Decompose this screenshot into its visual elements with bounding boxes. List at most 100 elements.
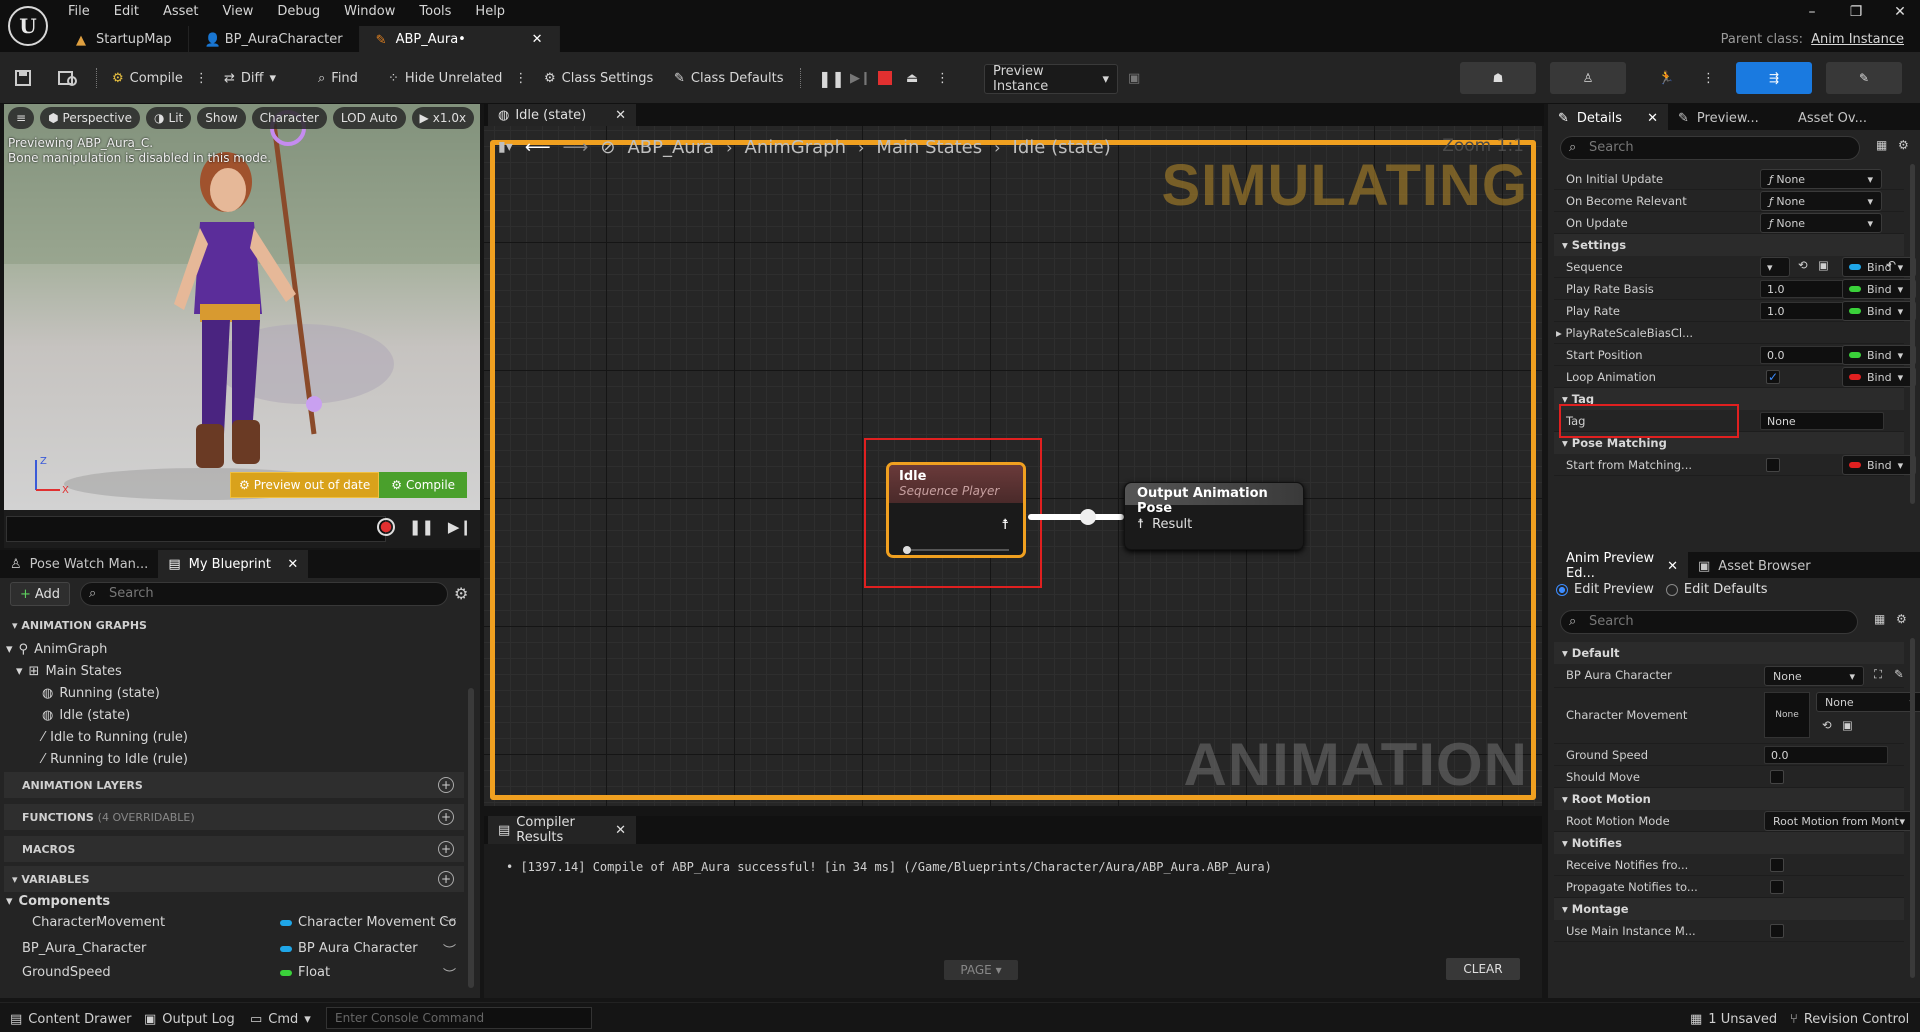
variable-row[interactable]: GroundSpeed Float ︶ (4, 962, 464, 984)
tab-my-blueprint[interactable]: ▤ My Blueprint ✕ (158, 550, 309, 578)
tab-preview[interactable]: ✎ Preview... (1668, 104, 1788, 132)
class-settings-button[interactable]: ⚙ Class Settings (544, 64, 653, 92)
pause-button[interactable]: ❚❚ (818, 64, 845, 92)
minimize-icon[interactable]: – (1800, 4, 1824, 20)
scrollbar[interactable] (1910, 638, 1915, 978)
close-icon[interactable]: ✕ (615, 823, 626, 838)
breadcrumb-idle-state[interactable]: Idle (state) (1013, 137, 1111, 158)
pose-output-pin-icon[interactable]: ☨ (1001, 517, 1009, 533)
bind-dropdown[interactable]: Bind ▾ (1842, 301, 1916, 321)
graph-canvas[interactable]: ▮▾ ⟵ ⟶ ⊘ ABP_Aura › AnimGraph › Main Sta… (484, 126, 1542, 806)
add-function-icon[interactable]: + (438, 809, 454, 825)
eye-icon[interactable]: ︶ (443, 964, 456, 983)
eye-icon[interactable]: ︶ (443, 940, 456, 959)
tab-idle-state[interactable]: ◍ Idle (state) ✕ (488, 104, 636, 126)
settings-gear-icon[interactable]: ⚙ (1896, 612, 1907, 626)
hide-unrelated-button[interactable]: ⁘ Hide Unrelated ⋮ (388, 64, 527, 92)
edit-preview-radio[interactable]: Edit Preview (1556, 582, 1654, 597)
function-dropdown[interactable]: ƒ None ▾ (1760, 169, 1882, 189)
play-rate-basis-input[interactable]: 1.0 (1760, 280, 1846, 298)
unsaved-button[interactable]: ▦ 1 Unsaved (1690, 1009, 1777, 1029)
start-position-input[interactable]: 0.0 (1760, 346, 1846, 364)
menu-help[interactable]: Help (463, 2, 517, 22)
sequence-position-slider[interactable] (903, 546, 1009, 554)
step-button[interactable]: ▶❙ (850, 64, 871, 92)
bind-dropdown[interactable]: Bind ▾ (1842, 257, 1916, 277)
parent-class-link[interactable]: Anim Instance (1811, 32, 1904, 47)
section-variables[interactable]: ▾ VARIABLES + (4, 866, 464, 892)
compiler-message[interactable]: • [1397.14] Compile of ABP_Aura successf… (506, 860, 1272, 874)
back-arrow-icon[interactable]: ⟵ (525, 137, 551, 158)
eye-icon[interactable]: ︶ (443, 914, 456, 933)
debug-filter-icon[interactable]: ▣ (1128, 64, 1140, 92)
tab-anim-preview-editor[interactable]: Anim Preview Ed... ✕ (1548, 551, 1688, 581)
picker-icon[interactable]: ✎ (1894, 667, 1904, 681)
revision-control-button[interactable]: ⑂ Revision Control (1790, 1009, 1909, 1029)
menu-view[interactable]: View (211, 2, 266, 22)
diff-button[interactable]: ⇄ Diff ▾ (224, 64, 276, 92)
ground-speed-input[interactable]: 0.0 (1764, 746, 1888, 764)
timeline-field[interactable] (6, 516, 386, 542)
section-animation-graphs[interactable]: ▾ ANIMATION GRAPHS (4, 612, 464, 638)
add-animation-layer-icon[interactable]: + (438, 777, 454, 793)
loop-animation-checkbox[interactable]: ✓ (1766, 370, 1780, 384)
find-button[interactable]: ⌕ Find (318, 64, 358, 92)
scrollbar[interactable] (468, 688, 474, 988)
tab-startupmap[interactable]: ▲ StartupMap (60, 26, 189, 52)
physics-mode-button[interactable]: ✎ (1826, 62, 1902, 94)
tag-input[interactable]: None (1760, 412, 1884, 430)
scrollbar[interactable] (1910, 164, 1915, 504)
use-selected-icon[interactable]: ⛶ (1874, 667, 1882, 682)
section-settings[interactable]: ▾ Settings (1554, 234, 1904, 256)
perspective-button[interactable]: ⬢ Perspective (40, 107, 141, 129)
breadcrumb-main-states[interactable]: Main States (876, 137, 982, 158)
tab-asset-browser[interactable]: ▣ Asset Browser (1688, 552, 1821, 580)
menu-file[interactable]: File (56, 2, 102, 22)
menu-tools[interactable]: Tools (407, 2, 463, 22)
add-variable-icon[interactable]: + (438, 871, 454, 887)
pause-icon[interactable]: ❚❚ (409, 518, 434, 536)
bind-dropdown[interactable]: Bind ▾ (1842, 279, 1916, 299)
character-movement-thumbnail[interactable]: None (1764, 692, 1810, 738)
playback-speed-button[interactable]: ▶ x1.0x (411, 107, 475, 129)
section-animation-layers[interactable]: ANIMATION LAYERS + (4, 772, 464, 798)
edit-defaults-radio[interactable]: Edit Defaults (1665, 582, 1768, 597)
section-functions[interactable]: FUNCTIONS (4 OVERRIDABLE) + (4, 804, 464, 830)
variable-row[interactable]: CharacterMovement Character Movement Co … (4, 912, 464, 934)
tree-animgraph[interactable]: ▾ ⚲ AnimGraph (6, 638, 107, 660)
cmd-dropdown[interactable]: ▭ Cmd ▾ (250, 1009, 311, 1029)
tree-main-states[interactable]: ▾ ⊞ Main States (16, 660, 122, 682)
browse-icon[interactable] (58, 64, 78, 92)
save-icon[interactable] (14, 64, 32, 92)
preview-instance-dropdown[interactable]: Preview Instance ▾ (984, 64, 1118, 94)
forward-arrow-icon[interactable]: ⟶ (563, 137, 589, 158)
record-icon[interactable] (376, 518, 395, 536)
play-options-icon[interactable]: ⋮ (936, 64, 949, 92)
add-button[interactable]: + Add (10, 582, 70, 606)
animation-mode-icon[interactable]: 🏃 (1658, 64, 1674, 92)
section-pose-matching[interactable]: ▾ Pose Matching (1554, 432, 1904, 454)
close-tab-icon[interactable]: ✕ (532, 32, 543, 47)
menu-debug[interactable]: Debug (265, 2, 332, 22)
receive-notifies-checkbox[interactable] (1770, 858, 1784, 872)
preview-out-of-date-button[interactable]: ⚙ Preview out of date (230, 472, 380, 498)
close-icon[interactable]: ✕ (287, 557, 298, 572)
should-move-checkbox[interactable] (1770, 770, 1784, 784)
viewport-compile-button[interactable]: ⚙ Compile (379, 472, 468, 498)
propagate-notifies-checkbox[interactable] (1770, 880, 1784, 894)
skeleton-mode-button[interactable]: ☗ (1460, 62, 1536, 94)
stop-button[interactable] (878, 64, 892, 92)
bind-dropdown[interactable]: Bind ▾ (1842, 455, 1916, 475)
tree-running-state[interactable]: ◍ Running (state) (42, 682, 160, 704)
tab-compiler-results[interactable]: ▤ Compiler Results ✕ (488, 815, 636, 845)
section-root-motion[interactable]: ▾ Root Motion (1554, 788, 1904, 810)
browse-asset-icon[interactable]: ▣ (1842, 718, 1853, 732)
lit-button[interactable]: ◑ Lit (146, 107, 192, 129)
bind-dropdown[interactable]: Bind ▾ (1842, 345, 1916, 365)
settings-gear-icon[interactable]: ⚙ (1898, 138, 1909, 152)
start-from-matching-checkbox[interactable] (1766, 458, 1780, 472)
bookmark-icon[interactable]: ▮▾ (498, 139, 513, 155)
lod-button[interactable]: LOD Auto (332, 107, 406, 129)
tab-bp-auracharacter[interactable]: 👤 BP_AuraCharacter (188, 26, 360, 52)
use-selected-icon[interactable]: ⟲ (1822, 718, 1832, 732)
